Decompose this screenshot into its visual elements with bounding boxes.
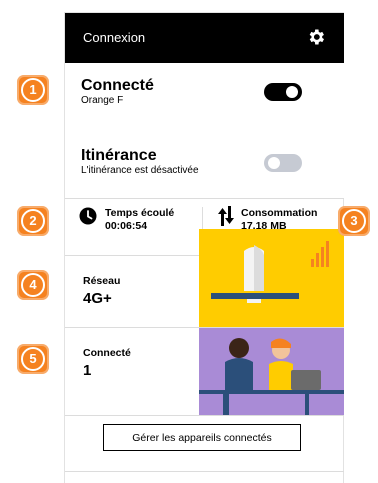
roaming-toggle[interactable] [264,154,302,172]
roaming-label: Itinérance [81,147,157,164]
connected-devices-label: Connecté [83,347,131,359]
connected-devices-info: Connecté 1 [83,347,131,379]
header-title: Connexion [83,30,146,45]
connected-devices-count: 1 [83,362,92,379]
elapsed-time: Temps écoulé 00:06:54 [105,207,174,233]
connection-panel: Connexion Connecté Orange F Itinérance L… [64,12,344,483]
manage-devices-button[interactable]: Gérer les appareils connectés [103,424,301,451]
clock-icon [79,207,97,225]
callout-badge-2: 2 [17,206,49,236]
consumption-label: Consommation [241,207,318,219]
callout-badge-4: 4 [17,270,49,300]
divider [65,415,344,416]
operator-name: Orange F [81,95,124,106]
data-connection-toggle[interactable] [264,83,302,101]
gear-icon[interactable] [306,27,326,47]
roaming-status: L'itinérance est désactivée [81,165,199,176]
network-label: Réseau [83,275,121,287]
connection-status-label: Connecté [81,77,154,94]
connection-section: Connecté Orange F Itinérance L'itinéranc… [65,63,344,198]
callout-badge-3: 3 [338,206,370,236]
network-info: Réseau 4G+ [83,275,120,307]
callout-badge-5: 5 [17,344,49,374]
elapsed-time-label: Temps écoulé [105,207,175,219]
connection-status: Connecté Orange F [81,77,154,106]
network-value: 4G+ [83,290,112,307]
data-transfer-icon [218,206,234,226]
divider [65,198,344,199]
elapsed-time-value: 00:06:54 [105,220,148,232]
router-illustration [199,229,344,327]
callout-badge-1: 1 [17,75,49,105]
roaming-row: Itinérance L'itinérance est désactivée [81,147,199,176]
divider [65,471,344,472]
header-bar: Connexion [65,13,344,63]
people-illustration [199,328,344,415]
